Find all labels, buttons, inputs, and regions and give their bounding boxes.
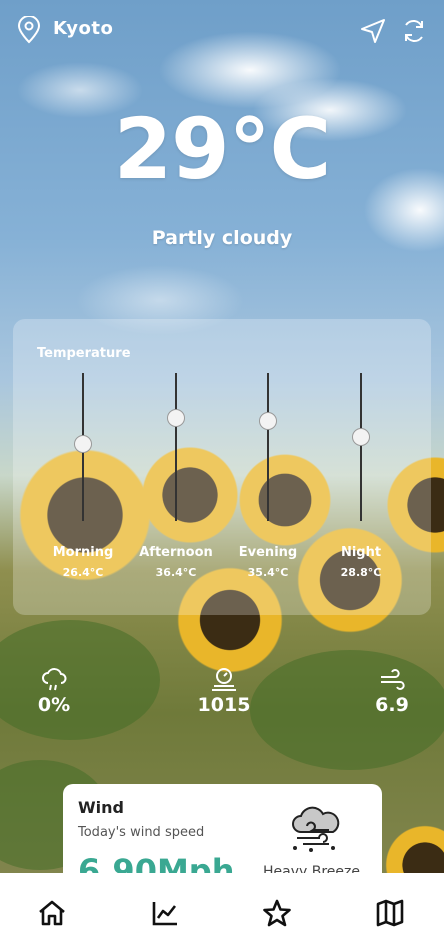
wind-value: 6.9: [375, 694, 409, 716]
precipitation-stat: 0%: [32, 668, 76, 716]
pressure-stat: 1015: [197, 666, 251, 716]
temperature-card-title: Temperature: [37, 346, 131, 361]
bg-leaf: [0, 620, 160, 740]
period-temperature: 28.8°C: [340, 566, 382, 579]
top-bar: Kyoto: [0, 0, 444, 60]
weather-condition: Partly cloudy: [151, 227, 293, 249]
city-name[interactable]: Kyoto: [53, 18, 113, 39]
slider-thumb[interactable]: [74, 435, 92, 453]
slider-thumb[interactable]: [259, 412, 277, 430]
period-temperature: 26.4°C: [62, 566, 104, 579]
slider-thumb[interactable]: [167, 409, 185, 427]
star-icon[interactable]: [262, 899, 292, 931]
period-label: Morning: [52, 545, 114, 560]
chart-icon[interactable]: [151, 899, 179, 931]
morning-slider[interactable]: [53, 373, 113, 523]
period-temperature: 36.4°C: [155, 566, 197, 579]
wind-card-title: Wind: [78, 798, 124, 817]
wind-stat: 6.9: [372, 668, 412, 716]
map-icon[interactable]: [376, 899, 404, 931]
afternoon-slider[interactable]: [146, 373, 206, 523]
wind-card-subtitle: Today's wind speed: [78, 825, 205, 840]
period-label: Night: [340, 545, 382, 560]
gauge-icon: [197, 666, 251, 692]
slider-track: [267, 373, 269, 521]
period-label: Evening: [238, 545, 298, 560]
precipitation-value: 0%: [37, 694, 71, 716]
period-label: Afternoon: [139, 545, 213, 560]
slider-track: [175, 373, 177, 521]
slider-thumb[interactable]: [352, 428, 370, 446]
wind-icon: [372, 668, 412, 692]
bg-leaf: [250, 650, 444, 770]
windy-cloud-icon: [289, 804, 345, 858]
period-temperature: 35.4°C: [247, 566, 289, 579]
weather-screen: Kyoto 29°C Partly cloudy Temperature Mor…: [0, 0, 444, 951]
rain-cloud-icon: [32, 668, 76, 692]
bottom-navigation: [0, 873, 444, 951]
pressure-value: 1015: [197, 694, 251, 716]
night-slider[interactable]: [331, 373, 391, 523]
temperature-card: Temperature Morning 26.4°C Afternoon 36.…: [13, 319, 431, 615]
location-pin-icon: [16, 15, 42, 48]
current-temperature: 29°C: [113, 100, 332, 198]
slider-track: [360, 373, 362, 521]
refresh-icon[interactable]: [401, 18, 427, 48]
home-icon[interactable]: [37, 899, 67, 931]
evening-slider[interactable]: [238, 373, 298, 523]
navigation-arrow-icon[interactable]: [360, 18, 386, 48]
